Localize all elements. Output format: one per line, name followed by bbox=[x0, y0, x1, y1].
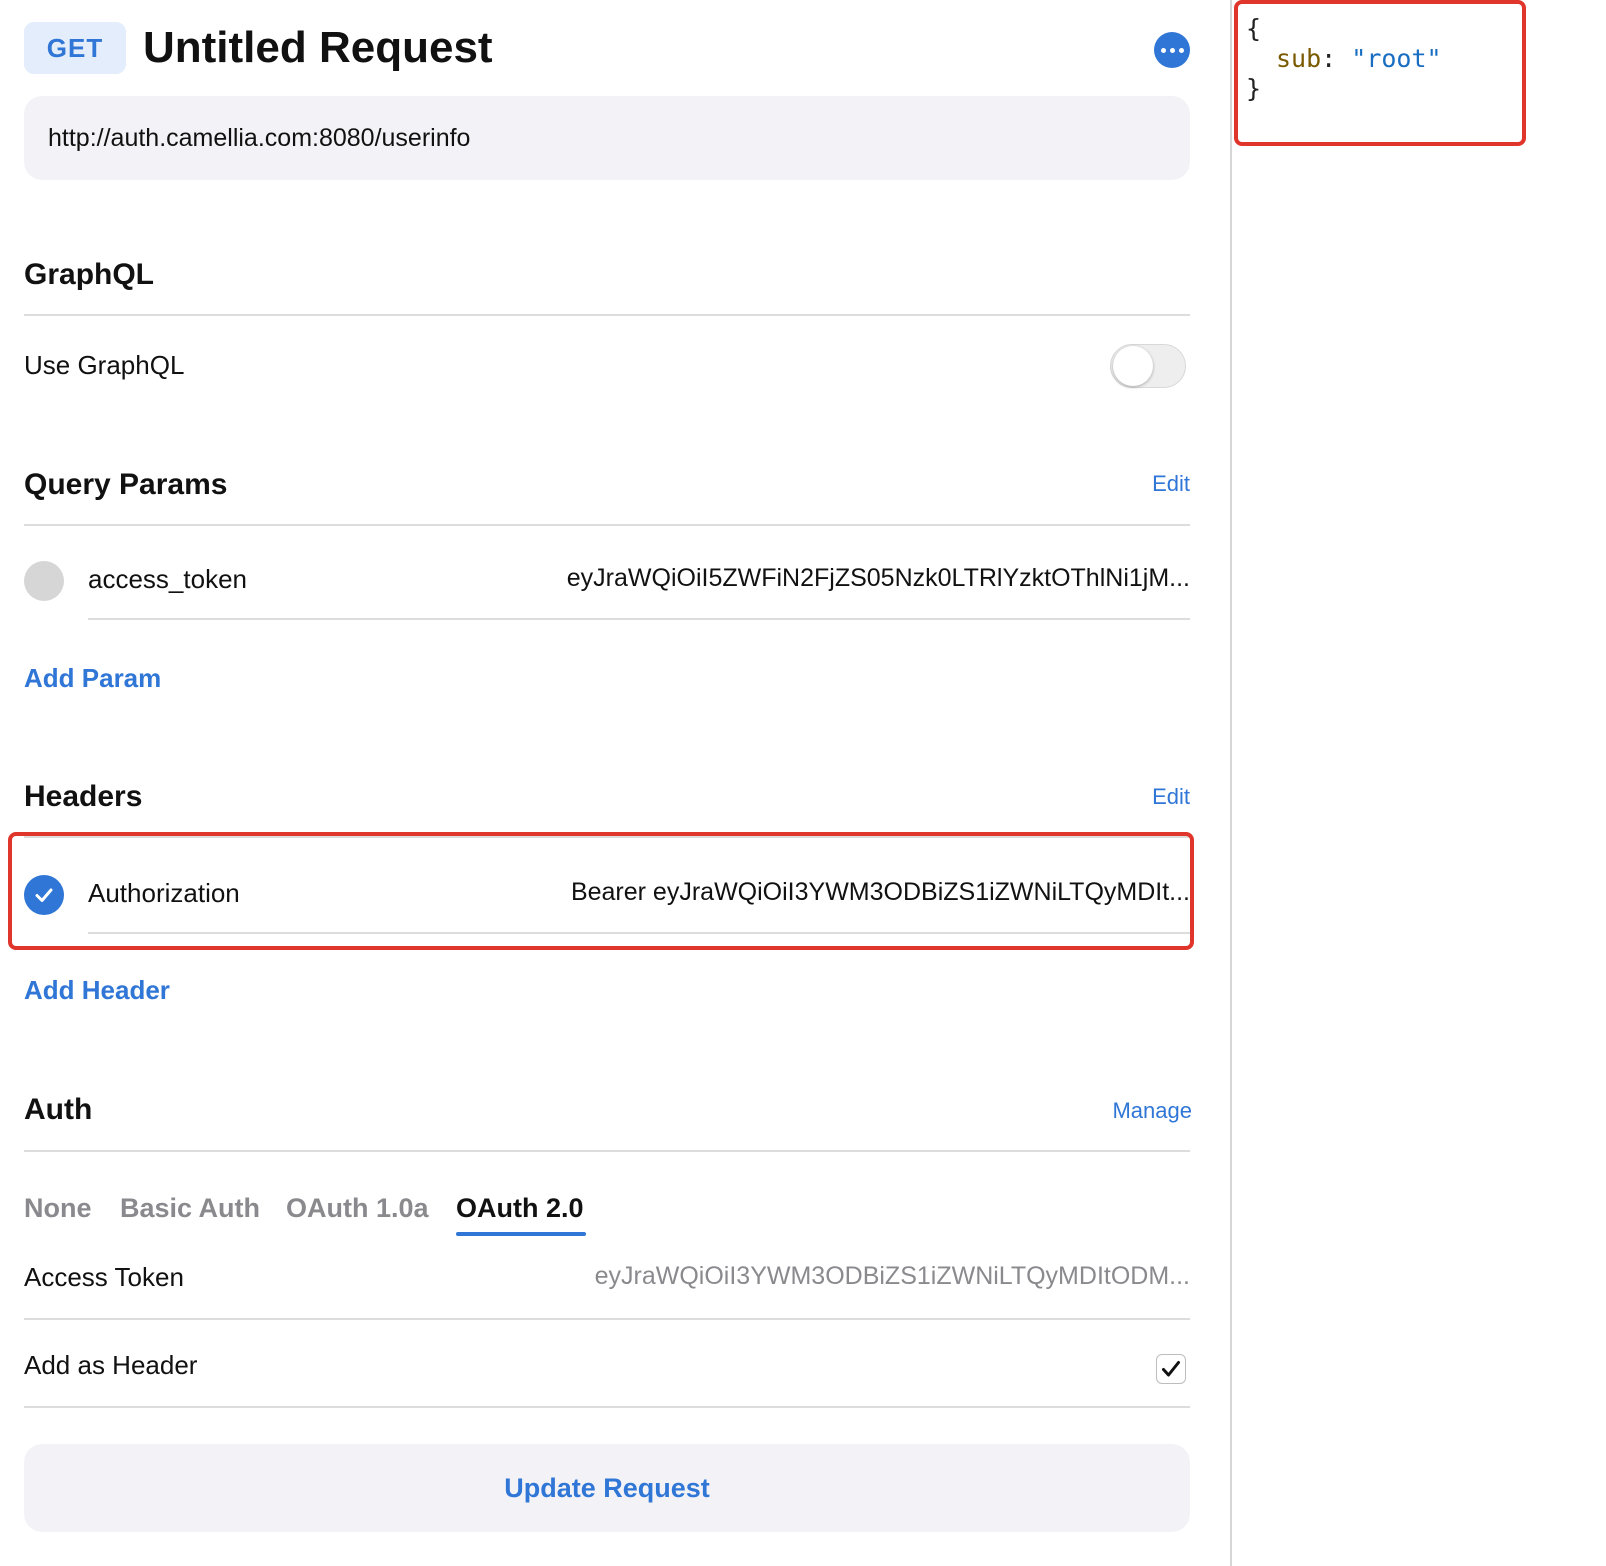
param-toggle-circle[interactable] bbox=[24, 561, 64, 601]
graphql-section-title: GraphQL bbox=[24, 258, 155, 291]
access-token-label: Access Token bbox=[24, 1262, 184, 1292]
request-title[interactable]: Untitled Request bbox=[143, 20, 493, 76]
response-body: { sub: "root" } bbox=[1246, 14, 1442, 104]
param-name[interactable]: access_token bbox=[88, 564, 247, 595]
authorization-highlight bbox=[8, 832, 1194, 950]
divider bbox=[88, 618, 1190, 620]
request-editor: GET Untitled Request http://auth.camelli… bbox=[0, 0, 1230, 1566]
add-param-button[interactable]: Add Param bbox=[24, 663, 161, 694]
divider bbox=[24, 1150, 1190, 1152]
response-pane: { sub: "root" } bbox=[1232, 0, 1606, 1566]
query-params-section-title: Query Params bbox=[24, 468, 228, 501]
tab-none[interactable]: None bbox=[24, 1193, 92, 1224]
close-brace: } bbox=[1246, 74, 1262, 103]
divider bbox=[24, 1406, 1190, 1408]
checkmark-icon bbox=[1162, 1361, 1180, 1377]
use-graphql-toggle[interactable] bbox=[1110, 344, 1186, 388]
add-as-header-checkbox[interactable] bbox=[1156, 1354, 1186, 1384]
open-brace: { bbox=[1246, 14, 1262, 43]
auth-manage-link[interactable]: Manage bbox=[1112, 1098, 1192, 1124]
response-colon: : bbox=[1321, 44, 1337, 73]
response-value: "root" bbox=[1351, 44, 1442, 73]
active-tab-indicator bbox=[456, 1232, 586, 1236]
add-header-button[interactable]: Add Header bbox=[24, 975, 170, 1006]
method-badge[interactable]: GET bbox=[24, 22, 126, 74]
headers-section-title: Headers bbox=[24, 780, 143, 813]
response-line: sub: "root" bbox=[1246, 44, 1442, 74]
divider bbox=[24, 1318, 1190, 1320]
auth-section-title: Auth bbox=[24, 1093, 93, 1126]
tab-oauth-1[interactable]: OAuth 1.0a bbox=[286, 1193, 429, 1224]
param-value[interactable]: eyJraWQiOiI5ZWFiN2FjZS05Nzk0LTRlYzktOThl… bbox=[567, 564, 1190, 593]
add-as-header-label: Add as Header bbox=[24, 1350, 198, 1380]
headers-edit-link[interactable]: Edit bbox=[1152, 784, 1190, 810]
update-request-button[interactable]: Update Request bbox=[24, 1444, 1190, 1532]
tab-oauth-2[interactable]: OAuth 2.0 bbox=[456, 1193, 584, 1224]
query-params-edit-link[interactable]: Edit bbox=[1152, 471, 1190, 497]
url-text: http://auth.camellia.com:8080/userinfo bbox=[48, 123, 471, 152]
divider bbox=[24, 524, 1190, 526]
use-graphql-label: Use GraphQL bbox=[24, 350, 185, 380]
toggle-knob bbox=[1113, 346, 1153, 386]
url-input[interactable]: http://auth.camellia.com:8080/userinfo bbox=[24, 96, 1190, 180]
response-key: sub bbox=[1276, 44, 1322, 73]
access-token-value[interactable]: eyJraWQiOiI3YWM3ODBiZS1iZWNiLTQyMDItODM.… bbox=[595, 1262, 1190, 1291]
divider bbox=[24, 314, 1190, 316]
tab-basic-auth[interactable]: Basic Auth bbox=[120, 1193, 260, 1224]
ellipsis-icon bbox=[1160, 47, 1166, 53]
more-options-button[interactable] bbox=[1154, 32, 1190, 68]
